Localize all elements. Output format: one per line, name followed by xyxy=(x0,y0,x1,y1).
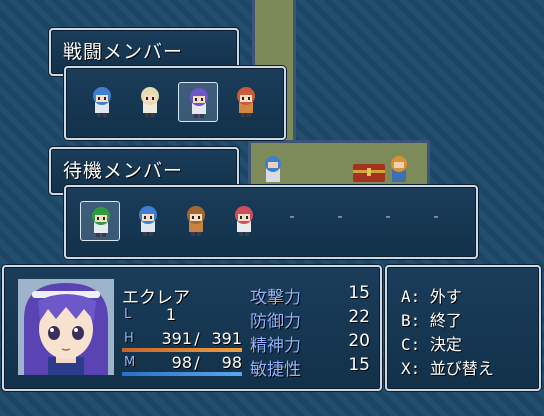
stat-defense-value: 22 xyxy=(348,307,370,327)
pink-hair-girl-sprite xyxy=(235,206,253,236)
stat-attack-value: 15 xyxy=(348,283,370,303)
brown-hair-girl-sprite xyxy=(187,206,205,236)
blonde-hair-girl-sprite xyxy=(141,87,159,117)
mp-gauge xyxy=(122,372,242,376)
green-hair-boy-sprite xyxy=(92,207,110,237)
stat-agility-label: 敏捷性 xyxy=(250,360,301,380)
party-slot-empty[interactable]: - xyxy=(272,201,312,241)
mp-current: 98 xyxy=(171,353,192,372)
hp-gauge xyxy=(122,348,242,352)
party-slot-empty[interactable]: - xyxy=(416,201,456,241)
hp-max: 391 xyxy=(211,329,242,348)
command-quit-key: B: xyxy=(401,311,421,330)
empty-slot-dash: - xyxy=(433,209,439,225)
level-value: 1 xyxy=(165,305,176,324)
battle-members-window xyxy=(64,66,286,140)
hp-gauge-fill xyxy=(122,348,242,352)
party-slot-blue-hair-boy[interactable] xyxy=(128,201,168,241)
command-quit-label: 終了 xyxy=(429,311,462,330)
mp-gauge-fill xyxy=(122,372,242,376)
map-character-orange xyxy=(391,156,407,182)
stat-spirit-value: 20 xyxy=(348,331,370,351)
command-confirm-key: C: xyxy=(401,335,421,354)
command-sort-label: 並び替え xyxy=(429,359,494,378)
command-confirm[interactable]: C: 決定 xyxy=(401,331,462,355)
party-slot-purple-hair-girl[interactable] xyxy=(178,82,218,122)
mp-label: M xyxy=(124,355,136,370)
stat-attack-label: 攻撃力 xyxy=(250,288,301,308)
blue-hair-knight-sprite xyxy=(93,87,111,117)
red-hair-girl-sprite xyxy=(237,87,255,117)
party-slot-blue-hair-knight[interactable] xyxy=(82,82,122,122)
command-window: A: 外す B: 終了 C: 決定 X: 並び替え xyxy=(385,265,541,391)
reserve-members-window: ---- xyxy=(64,185,478,259)
battle-members-title: 戦闘メンバー xyxy=(63,41,184,63)
command-remove[interactable]: A: 外す xyxy=(401,283,462,307)
party-slot-blonde-hair-girl[interactable] xyxy=(130,82,170,122)
treasure-chest-icon xyxy=(353,164,385,182)
map-character-blue xyxy=(265,156,281,182)
hp-label: H xyxy=(124,331,134,346)
level-label: L xyxy=(124,307,132,322)
hp-current: 391 xyxy=(161,329,192,348)
command-sort[interactable]: X: 並び替え xyxy=(401,355,494,379)
stat-defense-label: 防御力 xyxy=(250,312,301,332)
portrait-image xyxy=(18,279,114,375)
empty-slot-dash: - xyxy=(385,209,391,225)
empty-slot-dash: - xyxy=(289,209,295,225)
party-slot-pink-hair-girl[interactable] xyxy=(224,201,264,241)
party-slot-brown-hair-girl[interactable] xyxy=(176,201,216,241)
party-slot-red-hair-girl[interactable] xyxy=(226,82,266,122)
purple-hair-girl-sprite xyxy=(190,88,208,118)
empty-slot-dash: - xyxy=(337,209,343,225)
reserve-members-title: 待機メンバー xyxy=(63,160,184,182)
party-slot-empty[interactable]: - xyxy=(320,201,360,241)
command-remove-label: 外す xyxy=(429,287,462,306)
status-window: エクレア L 1 H 391 / 391 M 98 / 98 攻撃力 15 防御… xyxy=(2,265,382,391)
command-remove-key: A: xyxy=(401,287,421,306)
command-quit[interactable]: B: 終了 xyxy=(401,307,462,331)
stat-agility-value: 15 xyxy=(348,355,370,375)
command-confirm-label: 決定 xyxy=(429,335,462,354)
stat-spirit-label: 精神力 xyxy=(250,336,301,356)
character-portrait xyxy=(18,279,114,375)
party-slot-green-hair-boy[interactable] xyxy=(80,201,120,241)
blue-hair-boy-sprite xyxy=(139,206,157,236)
command-sort-key: X: xyxy=(401,359,421,378)
party-slot-empty[interactable]: - xyxy=(368,201,408,241)
mp-max: 98 xyxy=(221,353,242,372)
